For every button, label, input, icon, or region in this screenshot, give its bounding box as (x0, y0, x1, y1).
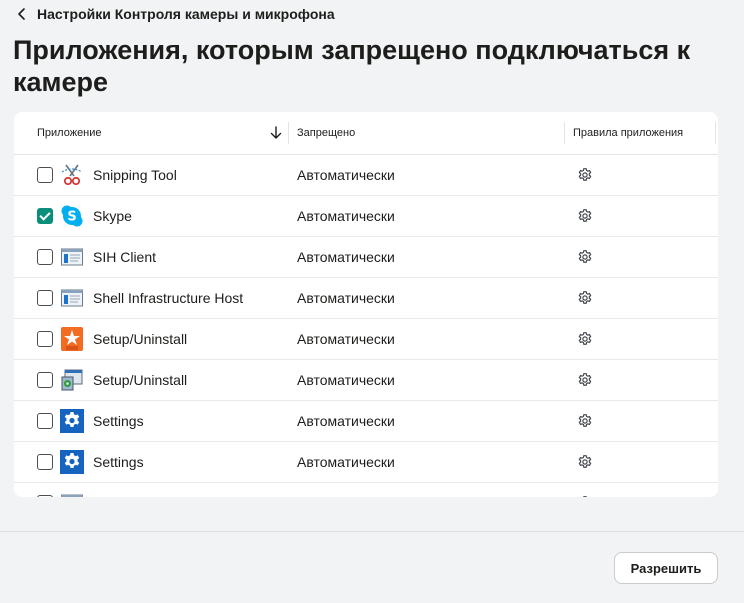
row-checkbox[interactable] (37, 208, 53, 224)
skype-icon: S (61, 205, 83, 227)
app-rules-gear-icon[interactable] (577, 249, 593, 265)
row-checkbox[interactable] (37, 331, 53, 347)
app-name: SIH Client (93, 249, 157, 265)
app-name: Settings (93, 454, 144, 470)
settings-gear-app-icon (60, 409, 84, 433)
app-name: Shell Infrastructure Host (93, 290, 244, 306)
sort-arrow-down-icon[interactable] (268, 125, 284, 141)
row-checkbox[interactable] (37, 495, 53, 497)
column-header-rules[interactable]: Правила приложения (573, 112, 683, 154)
row-checkbox[interactable] (37, 413, 53, 429)
app-name: Services and Controller app (93, 483, 266, 497)
row-checkbox[interactable] (37, 454, 53, 470)
apps-table: Приложение Запрещено Правила приложения … (14, 112, 718, 497)
column-separator[interactable] (715, 122, 716, 144)
blocked-value: Автоматически (297, 483, 395, 497)
app-name: Setup/Uninstall (93, 331, 188, 347)
allow-button[interactable]: Разрешить (614, 552, 718, 584)
blocked-value: Автоматически (297, 413, 395, 429)
app-rules-gear-icon[interactable] (577, 331, 593, 347)
table-row[interactable]: Snipping Tool Автоматически (14, 155, 718, 196)
app-rules-gear-icon[interactable] (577, 413, 593, 429)
column-header-blocked[interactable]: Запрещено (297, 112, 355, 154)
table-row[interactable]: S Skype Автоматически (14, 196, 718, 237)
blocked-value: Автоматически (297, 167, 395, 183)
page-title: Приложения, которым запрещено подключать… (13, 35, 691, 97)
svg-text:S: S (67, 210, 76, 225)
pdf-setup-icon (61, 327, 83, 351)
back-link-label: Настройки Контроля камеры и микрофона (37, 6, 335, 22)
snipping-tool-icon (61, 164, 83, 186)
window-app-icon (60, 245, 84, 269)
app-rules-gear-icon[interactable] (577, 208, 593, 224)
row-checkbox[interactable] (37, 372, 53, 388)
blocked-value: Автоматически (297, 208, 395, 224)
chevron-left-icon (18, 8, 25, 20)
app-rules-gear-icon[interactable] (577, 454, 593, 470)
app-name: Snipping Tool (93, 167, 177, 183)
blocked-value: Автоматически (297, 290, 395, 306)
settings-gear-app-icon (60, 450, 84, 474)
column-header-app[interactable]: Приложение (37, 112, 102, 154)
app-name: Skype (93, 208, 132, 224)
app-rules-gear-icon[interactable] (577, 495, 593, 497)
installer-icon (61, 369, 83, 391)
blocked-value: Автоматически (297, 249, 395, 265)
table-row[interactable]: Settings Автоматически (14, 442, 718, 483)
app-rules-gear-icon[interactable] (577, 372, 593, 388)
window-app-icon (60, 286, 84, 310)
column-separator[interactable] (564, 122, 565, 144)
table-body: Snipping Tool Автоматически S Skype Авто… (14, 155, 718, 497)
table-row[interactable]: Setup/Uninstall Автоматически (14, 319, 718, 360)
window-app-icon (60, 491, 84, 497)
app-name: Settings (93, 413, 144, 429)
row-checkbox[interactable] (37, 167, 53, 183)
app-name: Setup/Uninstall (93, 372, 188, 388)
table-row[interactable]: Settings Автоматически (14, 401, 718, 442)
table-row[interactable]: SIH Client Автоматически (14, 237, 718, 278)
app-rules-gear-icon[interactable] (577, 290, 593, 306)
right-gutter (718, 112, 744, 497)
blocked-value: Автоматически (297, 454, 395, 470)
blocked-value: Автоматически (297, 372, 395, 388)
table-row[interactable]: Shell Infrastructure Host Автоматически (14, 278, 718, 319)
table-row[interactable]: Setup/Uninstall Автоматически (14, 360, 718, 401)
row-checkbox[interactable] (37, 290, 53, 306)
back-link[interactable]: Настройки Контроля камеры и микрофона (14, 4, 335, 24)
row-checkbox[interactable] (37, 249, 53, 265)
table-header: Приложение Запрещено Правила приложения (14, 112, 718, 155)
blocked-value: Автоматически (297, 331, 395, 347)
column-separator[interactable] (288, 122, 289, 144)
table-row[interactable]: Services and Controller app Автоматическ… (14, 483, 718, 497)
app-rules-gear-icon[interactable] (577, 167, 593, 183)
